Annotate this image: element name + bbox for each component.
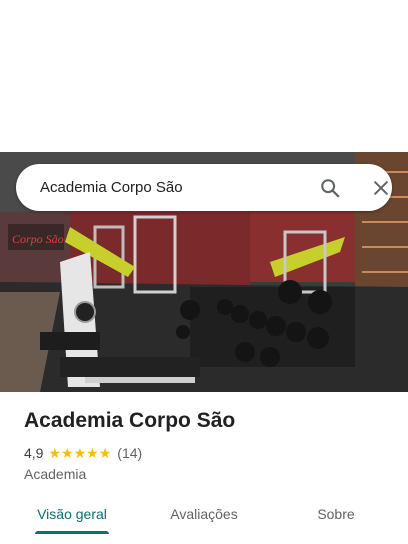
rating-row[interactable]: 4,9 ★ ★ ★ ★ ★ (14) [24, 445, 142, 461]
review-count[interactable]: (14) [117, 445, 142, 461]
photo-sign-text: Corpo São [12, 232, 64, 246]
place-category: Academia [24, 466, 87, 482]
map-blank-area [0, 0, 408, 152]
star-icon: ★ [48, 445, 62, 461]
clear-search-button[interactable] [368, 175, 394, 201]
tab-about[interactable]: Sobre [288, 496, 384, 534]
star-icon: ★ [98, 445, 112, 461]
star-icon: ★ [61, 445, 74, 461]
search-icon [321, 179, 340, 198]
place-tabs: Visão geral Avaliações Sobre [0, 496, 408, 544]
search-bar[interactable]: Academia Corpo São [16, 164, 392, 211]
star-rating: ★ ★ ★ ★ ★ [48, 446, 111, 460]
search-input[interactable]: Academia Corpo São [40, 164, 183, 211]
close-icon [374, 181, 388, 195]
tab-reviews[interactable]: Avaliações [156, 496, 252, 534]
tab-overview[interactable]: Visão geral [24, 496, 120, 534]
rating-value: 4,9 [24, 445, 44, 461]
star-icon: ★ [86, 445, 99, 461]
search-button[interactable] [317, 175, 343, 201]
active-tab-indicator [35, 531, 109, 534]
star-icon: ★ [73, 445, 87, 461]
place-title: Academia Corpo São [24, 409, 236, 432]
